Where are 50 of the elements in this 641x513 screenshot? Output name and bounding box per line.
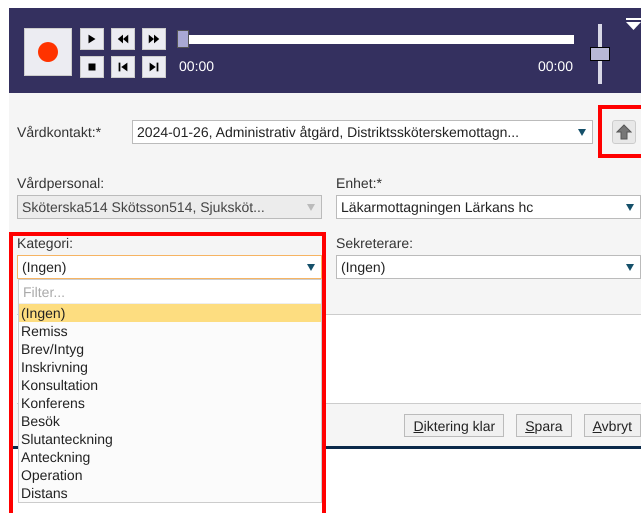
- caret-icon: [307, 264, 315, 270]
- fast-forward-icon: [147, 32, 161, 46]
- dropdown-option[interactable]: Brev/Intyg: [19, 340, 321, 358]
- dropdown-option[interactable]: Konferens: [19, 394, 321, 412]
- record-button[interactable]: [24, 28, 72, 76]
- skip-back-icon: [116, 60, 130, 74]
- dropdown-option[interactable]: Operation: [19, 466, 321, 484]
- dropdown-field[interactable]: (Ingen): [17, 255, 322, 279]
- skip-forward-icon: [147, 60, 161, 74]
- skip-forward-button[interactable]: [142, 56, 166, 78]
- field-label: Enhet:*: [336, 175, 383, 191]
- record-icon: [38, 42, 58, 62]
- stop-button[interactable]: [80, 56, 104, 78]
- caret-icon: [307, 204, 315, 210]
- caret-icon: [578, 128, 586, 136]
- filter-field[interactable]: Filter...: [19, 280, 321, 304]
- action-button[interactable]: Diktering klar: [404, 414, 504, 437]
- caret-icon: [626, 204, 634, 210]
- highlight-frame: [598, 105, 641, 158]
- dropdown-menu-icon[interactable]: [626, 18, 641, 30]
- field-label: Vårdpersonal:: [17, 175, 106, 191]
- dropdown-option[interactable]: Konsultation: [19, 376, 321, 394]
- action-button[interactable]: Spara: [516, 414, 572, 437]
- volume-track[interactable]: [590, 24, 610, 84]
- rewind-icon: [116, 32, 130, 46]
- volume-thumb[interactable]: [590, 47, 610, 61]
- dropdown-option[interactable]: Slutanteckning: [19, 430, 321, 448]
- play-button[interactable]: [80, 28, 104, 50]
- fast-forward-button[interactable]: [142, 28, 166, 50]
- up-arrow-button[interactable]: [612, 120, 636, 144]
- dropdown-option[interactable]: Distans: [19, 484, 321, 502]
- up-arrow-icon: [616, 124, 632, 140]
- dropdown-option[interactable]: (Ingen): [19, 304, 321, 322]
- action-button[interactable]: Avbryt: [584, 414, 641, 437]
- dropdown-option[interactable]: Anteckning: [19, 448, 321, 466]
- dropdown-option[interactable]: Inskrivning: [19, 358, 321, 376]
- dropdown-field[interactable]: Läkarmottagningen Lärkans hc: [336, 195, 641, 219]
- total-time: 00:00: [538, 58, 573, 74]
- field-label: Vårdkontakt:*: [17, 124, 102, 140]
- progress-thumb[interactable]: [177, 30, 189, 48]
- dropdown-field[interactable]: 2024-01-26, Administrativ åtgärd, Distriktssköterskemottagn...: [132, 120, 593, 144]
- caret-icon: [626, 264, 634, 270]
- dropdown-option[interactable]: Remiss: [19, 322, 321, 340]
- field-label: Kategori:: [17, 235, 74, 251]
- elapsed-time: 00:00: [179, 58, 214, 74]
- rewind-button[interactable]: [111, 28, 135, 50]
- dropdown-option[interactable]: Besök: [19, 412, 321, 430]
- skip-back-button[interactable]: [111, 56, 135, 78]
- field-label: Sekreterare:: [336, 235, 414, 251]
- dropdown-field[interactable]: (Ingen): [336, 255, 641, 279]
